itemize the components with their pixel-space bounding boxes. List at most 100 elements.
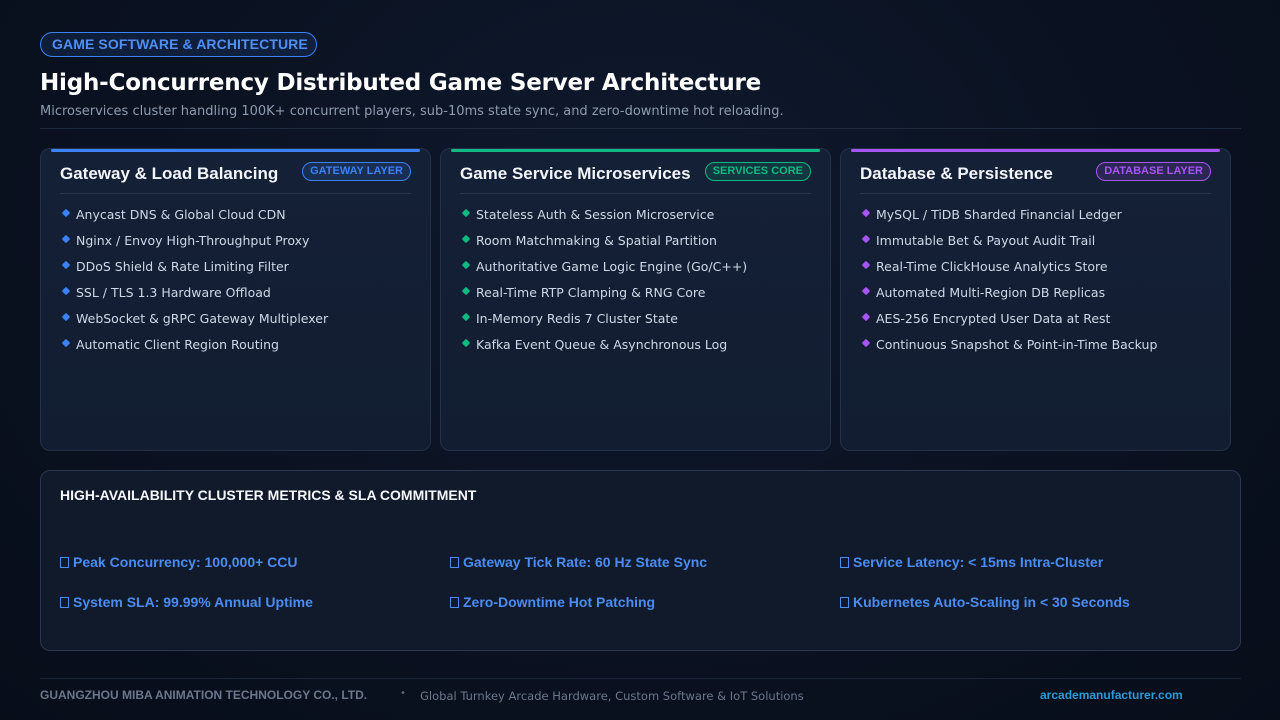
list-item-label: Real-Time ClickHouse Analytics Store bbox=[876, 259, 1108, 274]
metric-label: Zero-Downtime Hot Patching bbox=[463, 594, 656, 610]
missing-glyph-icon bbox=[450, 597, 459, 608]
bullet-diamond-icon bbox=[61, 208, 71, 218]
footer-divider bbox=[40, 678, 1241, 679]
list-item-label: DDoS Shield & Rate Limiting Filter bbox=[76, 259, 289, 274]
card-title: Database & Persistence bbox=[860, 164, 1053, 183]
bullet-diamond-icon bbox=[461, 234, 471, 244]
missing-glyph-icon bbox=[840, 597, 849, 608]
list-item: Real-Time RTP Clamping & RNG Core bbox=[460, 284, 747, 310]
component-list: MySQL / TiDB Sharded Financial Ledger Imm… bbox=[860, 206, 1157, 362]
layer-card: Gateway & Load Balancing GATEWAY LAYER Any… bbox=[40, 148, 431, 451]
bullet-diamond-icon bbox=[861, 286, 871, 296]
page-subtitle: Microservices cluster handling 100K+ con… bbox=[40, 104, 784, 119]
missing-glyph-icon bbox=[60, 557, 69, 568]
footer-website-link[interactable]: arcademanufacturer.com bbox=[1040, 688, 1183, 702]
title-divider bbox=[40, 128, 1241, 129]
component-list: Anycast DNS & Global Cloud CDN Nginx / En… bbox=[60, 206, 328, 362]
list-item-label: Nginx / Envoy High-Throughput Proxy bbox=[76, 233, 310, 248]
list-item: MySQL / TiDB Sharded Financial Ledger bbox=[860, 206, 1157, 232]
metric-label: System SLA: 99.99% Annual Uptime bbox=[73, 594, 313, 610]
list-item-label: Stateless Auth & Session Microservice bbox=[476, 207, 715, 222]
metric-label: Kubernetes Auto-Scaling in < 30 Seconds bbox=[853, 594, 1130, 610]
bullet-diamond-icon bbox=[861, 208, 871, 218]
metric-item: System SLA: 99.99% Annual Uptime bbox=[60, 594, 313, 610]
card-divider bbox=[60, 193, 411, 194]
metric-item: Service Latency: < 15ms Intra-Cluster bbox=[840, 554, 1103, 570]
bullet-diamond-icon bbox=[61, 338, 71, 348]
footer-tagline: Global Turnkey Arcade Hardware, Custom S… bbox=[420, 689, 804, 703]
bullet-diamond-icon bbox=[61, 312, 71, 322]
list-item: Immutable Bet & Payout Audit Trail bbox=[860, 232, 1157, 258]
list-item-label: Anycast DNS & Global Cloud CDN bbox=[76, 207, 286, 222]
card-divider bbox=[860, 193, 1211, 194]
metric-label: Peak Concurrency: 100,000+ CCU bbox=[73, 554, 298, 570]
list-item: In-Memory Redis 7 Cluster State bbox=[460, 310, 747, 336]
layer-badge: SERVICES CORE bbox=[704, 162, 811, 181]
list-item: Real-Time ClickHouse Analytics Store bbox=[860, 258, 1157, 284]
layer-card: Database & Persistence DATABASE LAYER MySQ… bbox=[840, 148, 1231, 451]
card-accent-line bbox=[51, 149, 420, 152]
bullet-diamond-icon bbox=[861, 312, 871, 322]
bullet-diamond-icon bbox=[461, 338, 471, 348]
metric-item: Kubernetes Auto-Scaling in < 30 Seconds bbox=[840, 594, 1130, 610]
list-item-label: SSL / TLS 1.3 Hardware Offload bbox=[76, 285, 271, 300]
bullet-diamond-icon bbox=[461, 312, 471, 322]
list-item: Nginx / Envoy High-Throughput Proxy bbox=[60, 232, 328, 258]
list-item-label: Real-Time RTP Clamping & RNG Core bbox=[476, 285, 706, 300]
footer-bullet: • bbox=[400, 688, 406, 699]
list-item-label: MySQL / TiDB Sharded Financial Ledger bbox=[876, 207, 1122, 222]
list-item: Anycast DNS & Global Cloud CDN bbox=[60, 206, 328, 232]
metric-item: Zero-Downtime Hot Patching bbox=[450, 594, 655, 610]
bullet-diamond-icon bbox=[861, 338, 871, 348]
bullet-diamond-icon bbox=[61, 286, 71, 296]
list-item: WebSocket & gRPC Gateway Multiplexer bbox=[60, 310, 328, 336]
metrics-panel: HIGH-AVAILABILITY CLUSTER METRICS & SLA … bbox=[40, 470, 1241, 651]
card-divider bbox=[460, 193, 811, 194]
component-list: Stateless Auth & Session Microservice Roo… bbox=[460, 206, 747, 362]
card-title: Gateway & Load Balancing bbox=[60, 164, 279, 183]
list-item-label: Room Matchmaking & Spatial Partition bbox=[476, 233, 717, 248]
list-item-label: Authoritative Game Logic Engine (Go/C++) bbox=[476, 259, 748, 274]
list-item-label: Automated Multi-Region DB Replicas bbox=[876, 285, 1106, 300]
missing-glyph-icon bbox=[450, 557, 459, 568]
page-title: High-Concurrency Distributed Game Server… bbox=[40, 70, 762, 96]
list-item-label: AES-256 Encrypted User Data at Rest bbox=[876, 311, 1111, 326]
list-item-label: Kafka Event Queue & Asynchronous Log bbox=[476, 337, 728, 352]
list-item-label: Automatic Client Region Routing bbox=[76, 337, 279, 352]
missing-glyph-icon bbox=[840, 557, 849, 568]
list-item: AES-256 Encrypted User Data at Rest bbox=[860, 310, 1157, 336]
card-accent-line bbox=[451, 149, 820, 152]
missing-glyph-icon bbox=[60, 597, 69, 608]
list-item-label: In-Memory Redis 7 Cluster State bbox=[476, 311, 678, 326]
bullet-diamond-icon bbox=[61, 260, 71, 270]
layer-card: Game Service Microservices SERVICES CORE S… bbox=[440, 148, 831, 451]
list-item: Room Matchmaking & Spatial Partition bbox=[460, 232, 747, 258]
list-item: Authoritative Game Logic Engine (Go/C++) bbox=[460, 258, 747, 284]
bullet-diamond-icon bbox=[861, 260, 871, 270]
bullet-diamond-icon bbox=[461, 260, 471, 270]
metric-label: Service Latency: < 15ms Intra-Cluster bbox=[853, 554, 1104, 570]
metric-item: Peak Concurrency: 100,000+ CCU bbox=[60, 554, 298, 570]
list-item: Continuous Snapshot & Point-in-Time Back… bbox=[860, 336, 1157, 362]
list-item: SSL / TLS 1.3 Hardware Offload bbox=[60, 284, 328, 310]
layer-badge: DATABASE LAYER bbox=[1096, 162, 1211, 181]
list-item: Kafka Event Queue & Asynchronous Log bbox=[460, 336, 747, 362]
list-item: Automatic Client Region Routing bbox=[60, 336, 328, 362]
list-item-label: WebSocket & gRPC Gateway Multiplexer bbox=[76, 311, 329, 326]
list-item: Stateless Auth & Session Microservice bbox=[460, 206, 747, 232]
card-accent-line bbox=[851, 149, 1220, 152]
category-tag: GAME SOFTWARE & ARCHITECTURE bbox=[40, 32, 317, 57]
bullet-diamond-icon bbox=[461, 286, 471, 296]
metric-item: Gateway Tick Rate: 60 Hz State Sync bbox=[450, 554, 707, 570]
bullet-diamond-icon bbox=[861, 234, 871, 244]
bullet-diamond-icon bbox=[61, 234, 71, 244]
list-item: Automated Multi-Region DB Replicas bbox=[860, 284, 1157, 310]
metric-label: Gateway Tick Rate: 60 Hz State Sync bbox=[463, 554, 708, 570]
metrics-title: HIGH-AVAILABILITY CLUSTER METRICS & SLA … bbox=[60, 487, 477, 503]
layer-badge: GATEWAY LAYER bbox=[302, 162, 411, 181]
list-item-label: Continuous Snapshot & Point-in-Time Back… bbox=[876, 337, 1158, 352]
footer-company: GUANGZHOU MIBA ANIMATION TECHNOLOGY CO.,… bbox=[40, 688, 368, 702]
list-item-label: Immutable Bet & Payout Audit Trail bbox=[876, 233, 1096, 248]
list-item: DDoS Shield & Rate Limiting Filter bbox=[60, 258, 328, 284]
bullet-diamond-icon bbox=[461, 208, 471, 218]
